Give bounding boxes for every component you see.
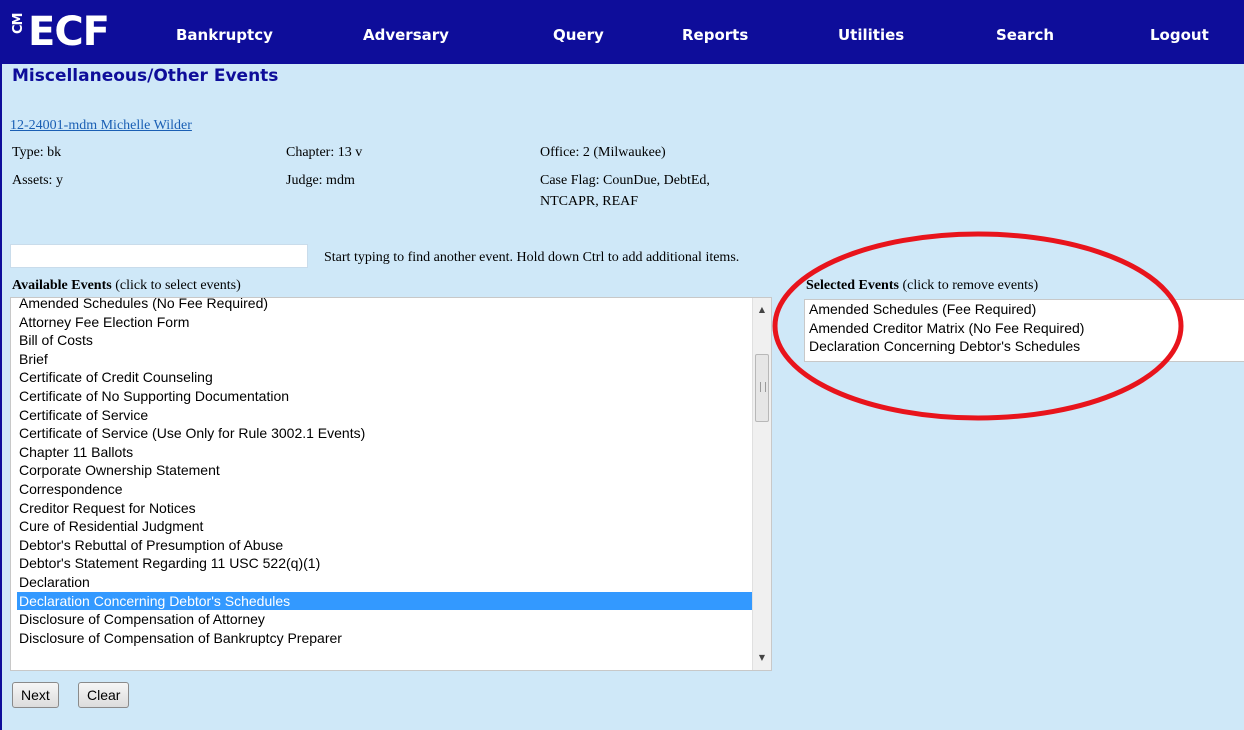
available-event-option[interactable]: Disclosure of Compensation of Attorney xyxy=(17,610,755,629)
available-event-option[interactable]: Corporate Ownership Statement xyxy=(17,461,755,480)
nav-bankruptcy[interactable]: Bankruptcy xyxy=(176,26,273,44)
clear-button[interactable]: Clear xyxy=(78,682,130,708)
event-search-input[interactable] xyxy=(10,244,308,268)
case-judge: Judge: mdm xyxy=(286,173,355,188)
page-title: Miscellaneous/Other Events xyxy=(12,66,279,86)
case-flag-line-1: Case Flag: CounDue, DebtEd, xyxy=(540,173,710,188)
nav-logout[interactable]: Logout xyxy=(1150,26,1209,44)
available-event-option[interactable]: Creditor Request for Notices xyxy=(17,499,755,518)
available-event-option[interactable]: Debtor's Statement Regarding 11 USC 522(… xyxy=(17,554,755,573)
left-border xyxy=(0,64,2,730)
case-chapter: Chapter: 13 v xyxy=(286,145,363,160)
available-event-option[interactable]: Attorney Fee Election Form xyxy=(17,313,755,332)
scroll-down-arrow-icon[interactable]: ▼ xyxy=(753,650,771,666)
case-flag-line-2: NTCAPR, REAF xyxy=(540,194,639,209)
next-button[interactable]: Next xyxy=(12,682,59,708)
available-event-option[interactable]: Correspondence xyxy=(17,480,755,499)
available-event-option[interactable]: Certificate of No Supporting Documentati… xyxy=(17,387,755,406)
nav-query[interactable]: Query xyxy=(553,26,604,44)
available-events-list[interactable]: Amended Schedules (No Fee Required) Attor… xyxy=(10,297,772,671)
top-navigation-bar: CMECF Bankruptcy Adversary Query Reports… xyxy=(0,0,1244,64)
case-office: Office: 2 (Milwaukee) xyxy=(540,145,666,160)
available-events-options: Amended Schedules (No Fee Required) Attor… xyxy=(17,298,755,648)
nav-adversary[interactable]: Adversary xyxy=(363,26,449,44)
nav-utilities[interactable]: Utilities xyxy=(838,26,904,44)
nav-reports[interactable]: Reports xyxy=(682,26,748,44)
available-event-option[interactable]: Disclosure of Compensation of Bankruptcy… xyxy=(17,629,755,648)
search-hint: Start typing to find another event. Hold… xyxy=(324,250,740,265)
available-event-option[interactable]: Declaration xyxy=(17,573,755,592)
available-event-option[interactable]: Debtor's Rebuttal of Presumption of Abus… xyxy=(17,536,755,555)
available-events-subtitle: (click to select events) xyxy=(115,278,241,293)
scroll-up-arrow-icon[interactable]: ▲ xyxy=(753,302,771,318)
available-event-option[interactable]: Bill of Costs xyxy=(17,331,755,350)
available-event-option[interactable]: Brief xyxy=(17,350,755,369)
case-assets: Assets: y xyxy=(12,173,63,188)
case-link[interactable]: 12-24001-mdm Michelle Wilder xyxy=(10,118,192,134)
available-events-scrollbar[interactable]: ▲ ▼ xyxy=(752,298,771,670)
logo-text: ECF xyxy=(28,9,110,55)
available-event-option[interactable]: Chapter 11 Ballots xyxy=(17,443,755,462)
logo-prefix: CM xyxy=(11,13,26,34)
available-events-title: Available Events xyxy=(12,278,112,293)
scroll-thumb[interactable] xyxy=(755,354,769,422)
nav-search[interactable]: Search xyxy=(996,26,1054,44)
available-event-option[interactable]: Certificate of Service xyxy=(17,406,755,425)
available-events-heading: Available Events (click to select events… xyxy=(12,278,241,294)
grip-icon xyxy=(760,382,766,392)
available-event-option[interactable]: Certificate of Service (Use Only for Rul… xyxy=(17,424,755,443)
cmecf-logo: CMECF xyxy=(10,6,130,58)
annotation-ellipse-shape xyxy=(772,231,1184,421)
available-event-option[interactable]: Amended Schedules (No Fee Required) xyxy=(17,298,755,313)
available-event-option[interactable]: Declaration Concerning Debtor's Schedule… xyxy=(17,591,755,611)
available-event-option[interactable]: Certificate of Credit Counseling xyxy=(17,368,755,387)
case-type: Type: bk xyxy=(12,145,62,160)
available-event-option[interactable]: Cure of Residential Judgment xyxy=(17,517,755,536)
red-annotation-ellipse xyxy=(772,231,1184,421)
